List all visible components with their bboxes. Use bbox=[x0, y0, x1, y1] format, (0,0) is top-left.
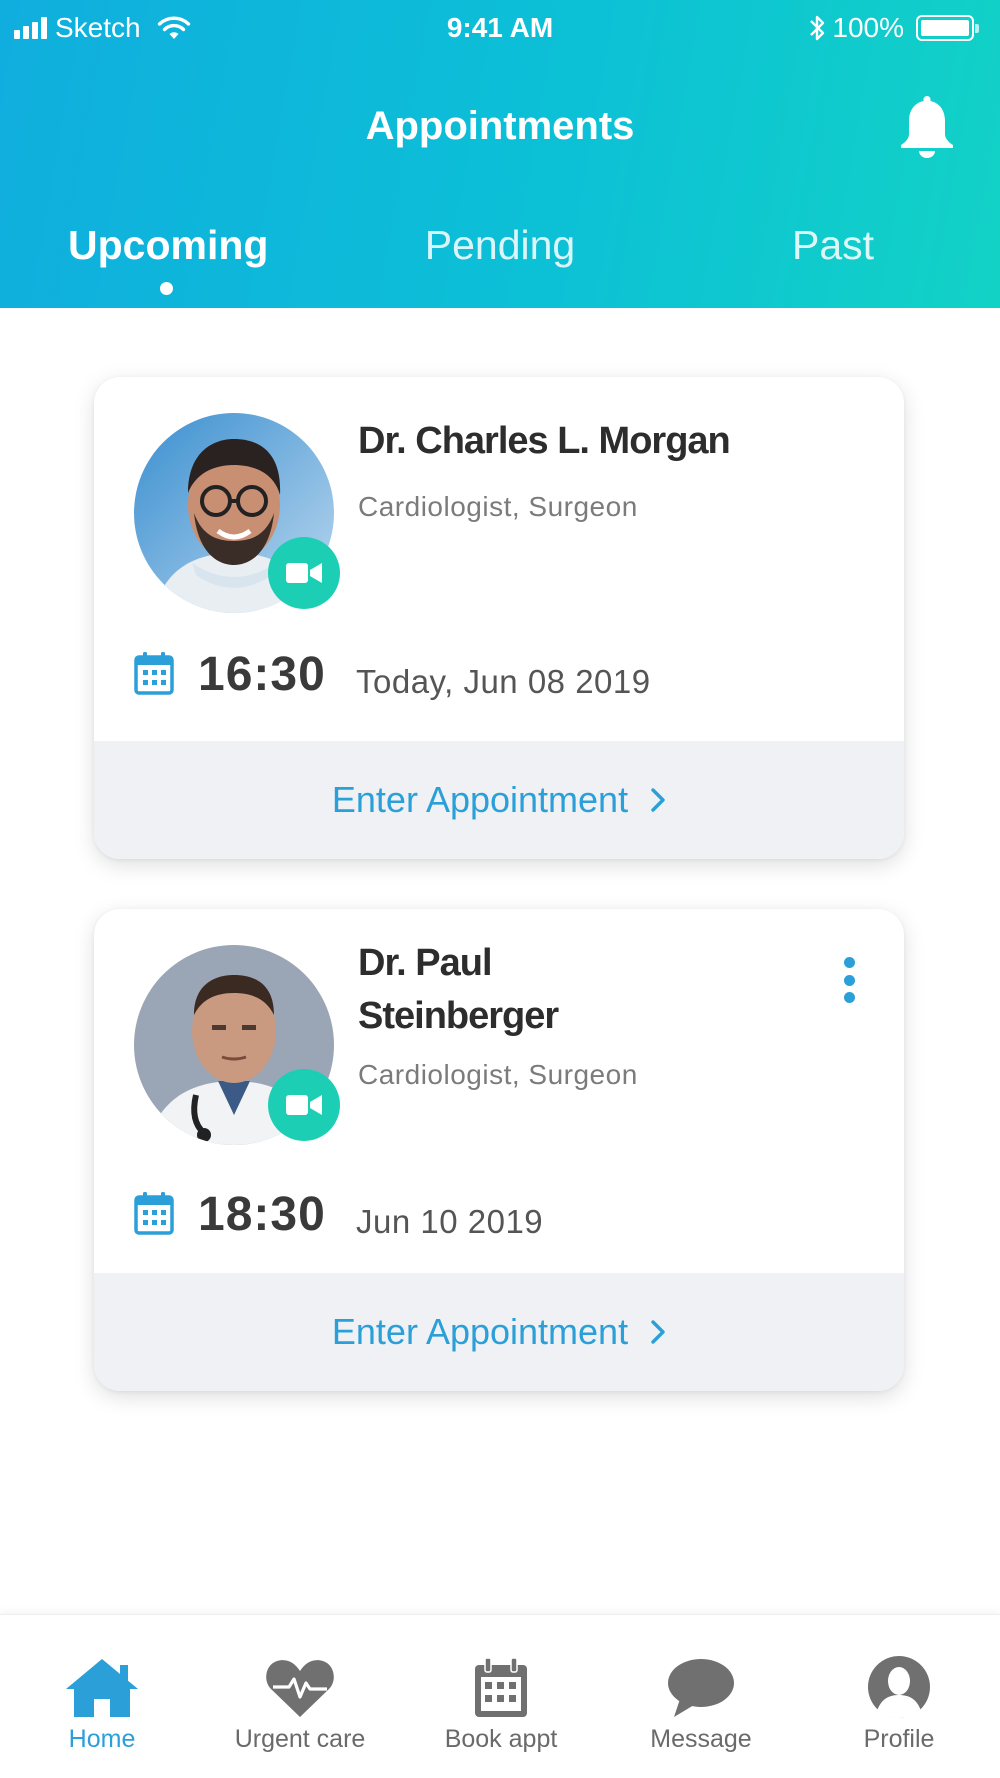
nav-message[interactable]: Message bbox=[601, 1649, 801, 1754]
doctor-name: Dr. Charles L. Morgan bbox=[358, 420, 731, 462]
enter-appointment-button[interactable]: Enter Appointment bbox=[94, 741, 904, 859]
appointment-time: 16:30 bbox=[198, 648, 326, 701]
appointment-date: Jun 10 2019 bbox=[356, 1203, 544, 1240]
home-icon bbox=[66, 1659, 138, 1717]
video-call-icon[interactable] bbox=[268, 537, 340, 609]
status-bar: Sketch 9:41 AM 100% bbox=[0, 0, 1000, 56]
enter-appointment-label: Enter Appointment bbox=[331, 779, 629, 820]
calendar-icon bbox=[475, 1657, 527, 1717]
page-title: Appointments bbox=[365, 104, 635, 148]
nav-book-appt[interactable]: Book appt bbox=[401, 1649, 601, 1754]
enter-appointment-button[interactable]: Enter Appointment bbox=[94, 1273, 904, 1391]
tab-upcoming[interactable]: Upcoming bbox=[68, 222, 268, 269]
bell-icon[interactable] bbox=[898, 92, 956, 160]
tab-past[interactable]: Past bbox=[733, 222, 933, 269]
heart-pulse-icon bbox=[266, 1660, 334, 1717]
doctor-specialty: Cardiologist, Surgeon bbox=[358, 1059, 638, 1090]
nav-urgent-care[interactable]: Urgent care bbox=[200, 1649, 400, 1754]
doctor-name-line2: Steinberger bbox=[358, 995, 559, 1037]
nav-profile[interactable]: Profile bbox=[799, 1649, 999, 1754]
appointment-card: Dr. Paul Steinberger Cardiologist, Surge… bbox=[94, 909, 904, 1391]
status-right: 100% bbox=[808, 12, 979, 44]
enter-appointment-label: Enter Appointment bbox=[331, 1311, 629, 1352]
nav-label: Book appt bbox=[444, 1725, 558, 1753]
app-header: Sketch 9:41 AM 100% Appointments Upcomin… bbox=[0, 0, 1000, 308]
battery-percent: 100% bbox=[832, 12, 904, 43]
appointment-date: Today, Jun 08 2019 bbox=[356, 663, 651, 700]
bottom-navigation: Home Urgent care Book appt Message Profi… bbox=[0, 1614, 1000, 1778]
nav-label: Message bbox=[650, 1725, 752, 1753]
nav-home[interactable]: Home bbox=[2, 1649, 202, 1754]
calendar-icon bbox=[134, 1192, 174, 1235]
nav-label: Urgent care bbox=[234, 1725, 366, 1753]
active-tab-indicator bbox=[160, 282, 173, 295]
appointment-tabs: Upcoming Pending Past bbox=[0, 222, 1000, 302]
doctor-specialty: Cardiologist, Surgeon bbox=[358, 491, 638, 522]
chat-bubble-icon bbox=[668, 1659, 734, 1717]
video-call-icon[interactable] bbox=[268, 1069, 340, 1141]
appointment-card: Dr. Charles L. Morgan Cardiologist, Surg… bbox=[94, 377, 904, 859]
tab-pending[interactable]: Pending bbox=[400, 222, 600, 269]
doctor-name: Dr. Paul Steinberger bbox=[358, 937, 559, 1043]
profile-icon bbox=[868, 1656, 930, 1718]
doctor-name-line1: Dr. Paul bbox=[358, 942, 493, 984]
chevron-right-icon bbox=[651, 1320, 665, 1344]
chevron-right-icon bbox=[651, 788, 665, 812]
bluetooth-icon bbox=[810, 15, 825, 41]
nav-label: Profile bbox=[863, 1725, 935, 1753]
nav-label: Home bbox=[68, 1725, 136, 1753]
calendar-icon bbox=[134, 652, 174, 695]
battery-icon bbox=[916, 15, 979, 41]
more-options-icon[interactable] bbox=[842, 957, 856, 1003]
appointment-time: 18:30 bbox=[198, 1188, 326, 1241]
